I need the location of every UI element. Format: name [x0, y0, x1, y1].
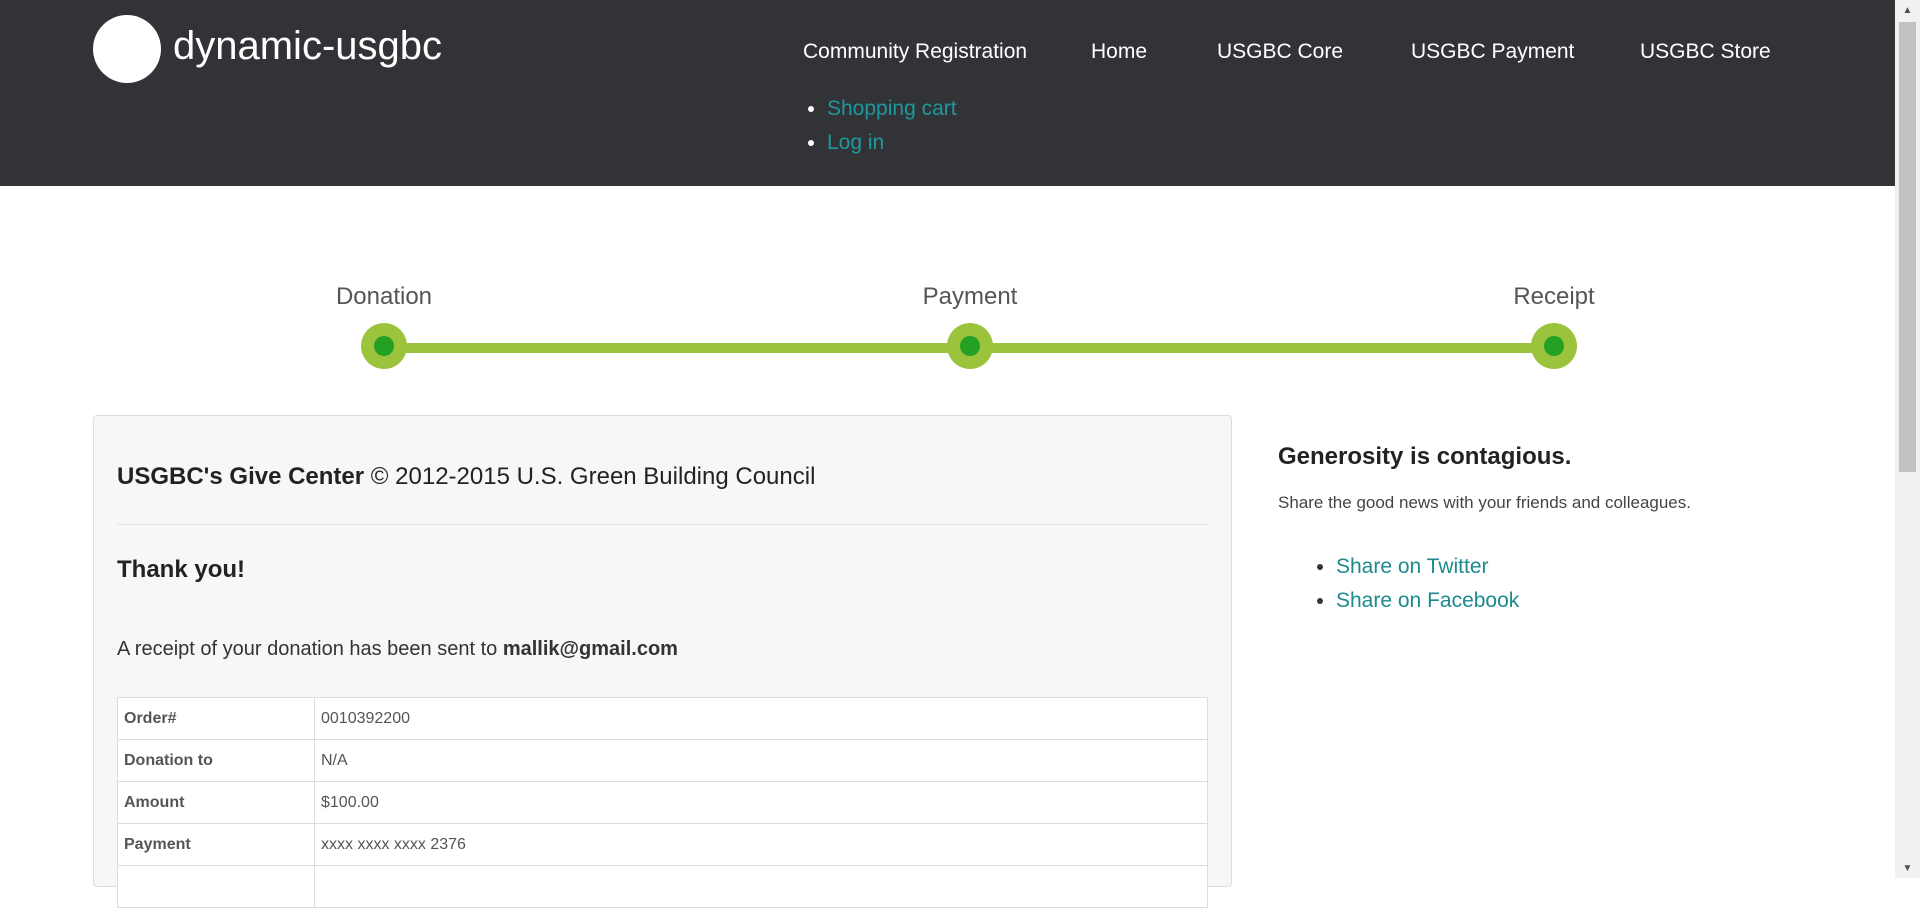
user-menu-item: Log in [827, 126, 957, 160]
scroll-down-arrow-icon[interactable]: ▼ [1895, 858, 1920, 878]
step-marker-receipt [1531, 323, 1577, 369]
table-row: Payment xxxx xxxx xxxx 2376 [117, 823, 1208, 866]
nav-community-registration[interactable]: Community Registration [803, 40, 1027, 64]
divider [117, 524, 1208, 525]
step-marker-donation [361, 323, 407, 369]
step-marker-dot [374, 336, 394, 356]
step-marker-dot [960, 336, 980, 356]
log-in-link[interactable]: Log in [827, 131, 884, 154]
sidebar-title: Generosity is contagious. [1278, 443, 1572, 470]
step-label-donation: Donation [335, 283, 433, 310]
share-list: Share on Twitter Share on Facebook [1312, 550, 1519, 618]
amount-value: $100.00 [314, 781, 1208, 824]
share-item: Share on Facebook [1336, 584, 1519, 618]
shopping-cart-link[interactable]: Shopping cart [827, 97, 957, 120]
page-scrollbar[interactable]: ▲ ▼ [1895, 0, 1920, 878]
order-number-label: Order# [117, 697, 315, 740]
site-logo[interactable] [93, 15, 161, 83]
nav-usgbc-payment[interactable]: USGBC Payment [1411, 40, 1574, 64]
receipt-panel: USGBC's Give Center © 2012-2015 U.S. Gre… [93, 415, 1232, 908]
table-row: Order# 0010392200 [117, 697, 1208, 740]
table-row: Donation to N/A [117, 739, 1208, 782]
nav-home[interactable]: Home [1091, 40, 1147, 64]
table-row: Amount $100.00 [117, 781, 1208, 824]
site-header: dynamic-usgbc Community Registration Hom… [0, 0, 1895, 186]
thank-you-heading: Thank you! [117, 556, 246, 583]
scrollbar-thumb[interactable] [1899, 22, 1916, 472]
table-row-label [117, 865, 315, 908]
order-number-value: 0010392200 [314, 697, 1208, 740]
scroll-up-arrow-icon[interactable]: ▲ [1895, 0, 1920, 20]
site-name-link[interactable]: dynamic-usgbc [173, 22, 442, 70]
order-details-table: Order# 0010392200 Donation to N/A Amount… [117, 697, 1208, 908]
receipt-sent-prefix: A receipt of your donation has been sent… [117, 638, 503, 660]
user-menu: Shopping cart Log in [803, 92, 957, 160]
payment-value: xxxx xxxx xxxx 2376 [314, 823, 1208, 866]
table-row [117, 865, 1208, 908]
share-on-facebook-link[interactable]: Share on Facebook [1336, 589, 1519, 612]
nav-usgbc-core[interactable]: USGBC Core [1217, 40, 1343, 64]
user-menu-item: Shopping cart [827, 92, 957, 126]
panel-title: USGBC's Give Center © 2012-2015 U.S. Gre… [117, 463, 815, 491]
step-label-receipt: Receipt [1513, 283, 1595, 310]
receipt-sent-message: A receipt of your donation has been sent… [117, 638, 678, 661]
step-label-payment: Payment [922, 283, 1018, 310]
share-on-twitter-link[interactable]: Share on Twitter [1336, 555, 1489, 578]
copyright-text: © 2012-2015 U.S. Green Building Council [364, 463, 816, 490]
donation-to-value: N/A [314, 739, 1208, 782]
give-center-title: USGBC's Give Center [117, 463, 365, 490]
table-row-value [314, 865, 1208, 908]
receipt-email: mallik@gmail.com [502, 638, 678, 660]
nav-usgbc-store[interactable]: USGBC Store [1640, 40, 1771, 64]
step-marker-payment [947, 323, 993, 369]
amount-label: Amount [117, 781, 315, 824]
payment-label: Payment [117, 823, 315, 866]
share-item: Share on Twitter [1336, 550, 1519, 584]
step-marker-dot [1544, 336, 1564, 356]
sidebar-text: Share the good news with your friends an… [1278, 493, 1691, 512]
donation-to-label: Donation to [117, 739, 315, 782]
